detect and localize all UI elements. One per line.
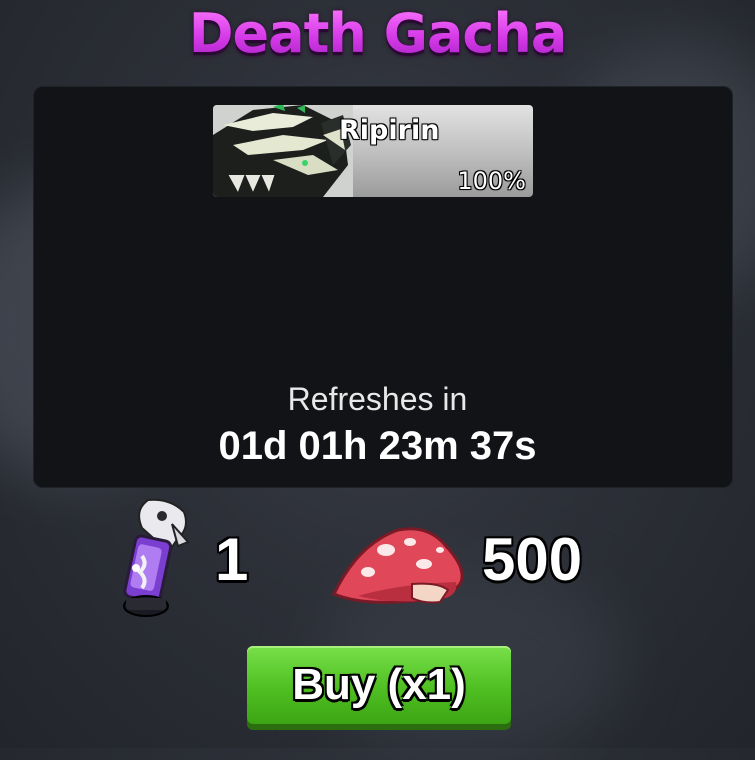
- reward-name: Ripirin: [339, 115, 440, 146]
- ticket-count: 1: [215, 526, 249, 593]
- skull-vial-icon: [123, 498, 190, 617]
- reward-card[interactable]: Ripirin 100%: [213, 105, 533, 197]
- gacha-title: Death Gacha: [0, 2, 755, 65]
- buy-button[interactable]: Buy (x1): [247, 646, 511, 724]
- reward-chance: 100%: [457, 167, 526, 195]
- price-amount: 500: [482, 526, 583, 593]
- red-mushroom-icon: [331, 527, 464, 604]
- refresh-timer: 01d 01h 23m 37s: [218, 424, 537, 468]
- dragon-portrait-icon: [213, 105, 353, 197]
- refresh-label: Refreshes in: [287, 381, 468, 417]
